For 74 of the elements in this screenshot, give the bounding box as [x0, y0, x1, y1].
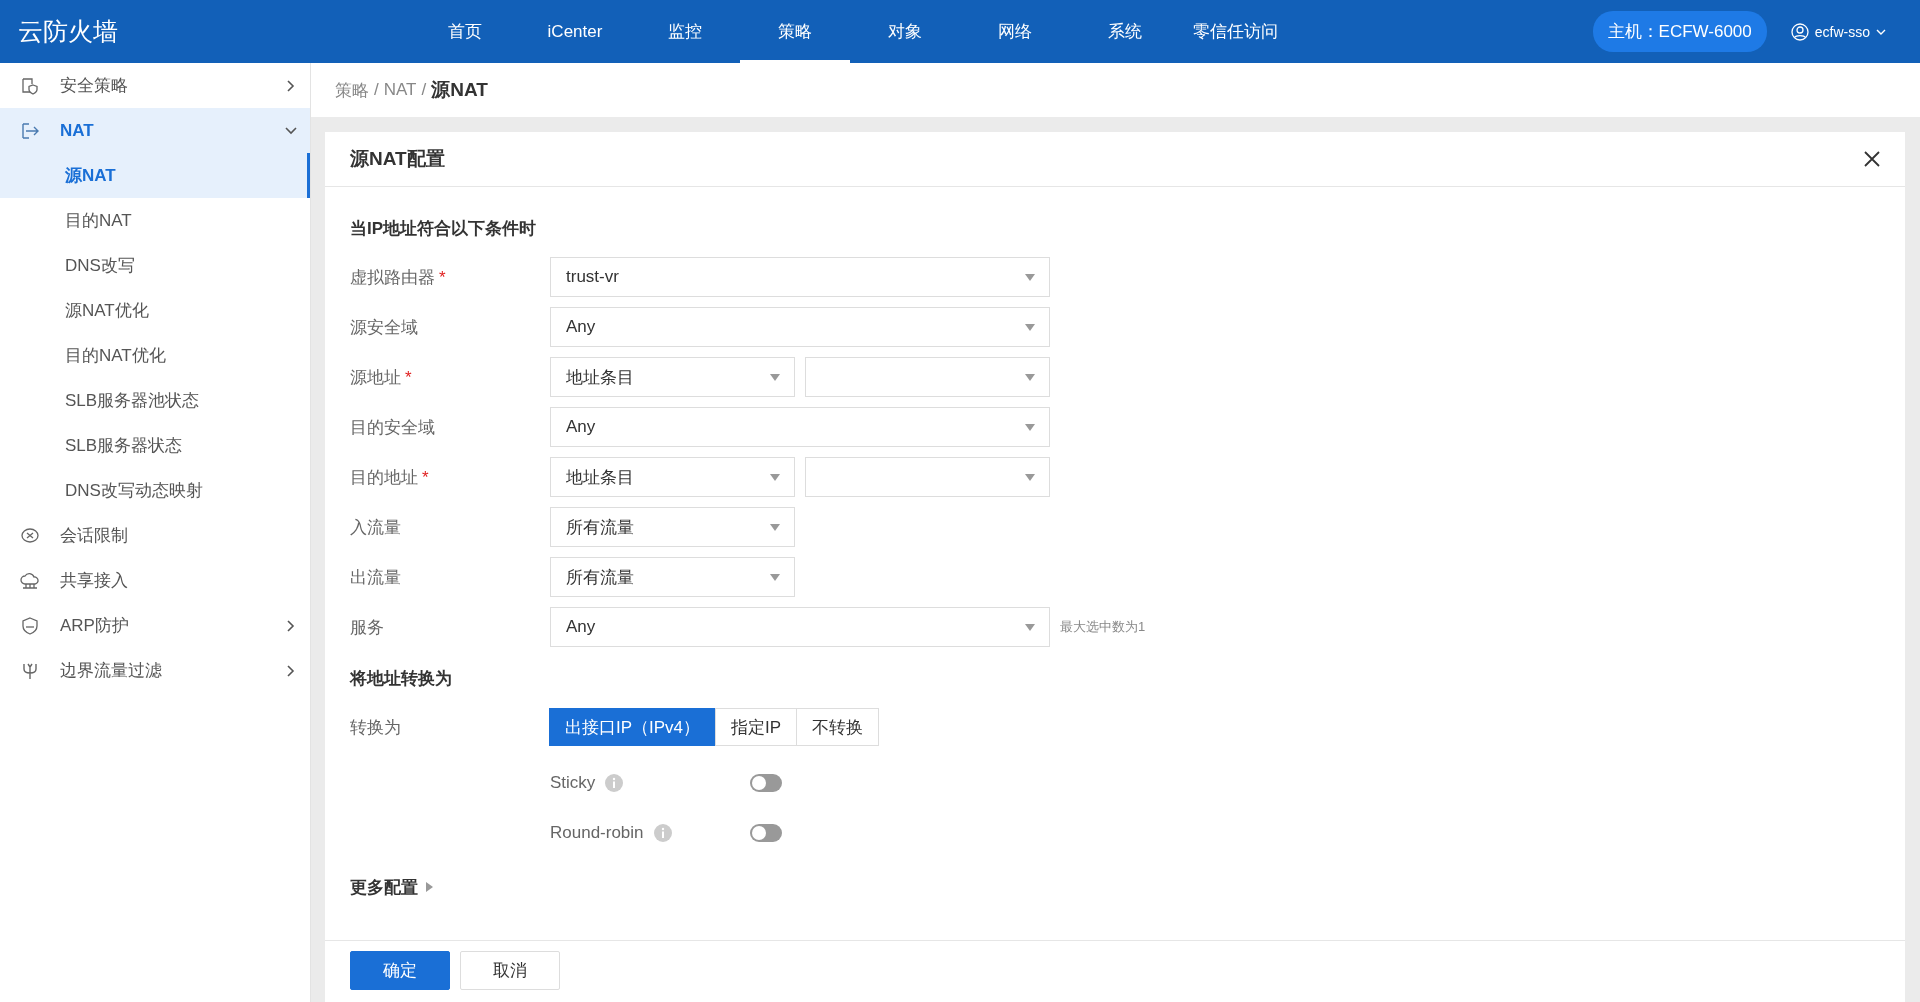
shield-icon — [20, 615, 40, 636]
sidebar-item[interactable]: NAT — [0, 108, 310, 153]
arrow-right-bracket-icon — [20, 120, 40, 141]
caret-down-icon — [1025, 373, 1035, 381]
select-field[interactable]: 所有流量 — [550, 507, 795, 547]
toggle-switch[interactable] — [750, 824, 782, 842]
breadcrumb-separator: / — [374, 80, 379, 100]
toggle-label: Sticky — [550, 773, 596, 793]
select-field[interactable]: Any — [550, 407, 1050, 447]
select-field[interactable]: Any — [550, 607, 1050, 647]
host-badge: 主机：ECFW-6000 — [1592, 11, 1767, 52]
required-mark: * — [422, 467, 429, 487]
section-heading: 当IP地址符合以下条件时 — [350, 217, 538, 240]
section-heading: 将地址转换为 — [350, 667, 453, 690]
field-label: 服务 — [350, 617, 384, 637]
segment-option[interactable]: 指定IP — [715, 708, 798, 746]
field-label: 目的地址 — [350, 467, 418, 487]
app-logo: 云防火墙 — [17, 16, 119, 47]
toggle-switch[interactable] — [750, 774, 782, 792]
caret-down-icon — [770, 473, 780, 481]
caret-down-icon — [770, 573, 780, 581]
select-field[interactable]: trust-vr — [550, 257, 1050, 297]
caret-down-icon — [770, 523, 780, 531]
nav-tab[interactable]: iCenter — [520, 0, 630, 63]
field-label: 转换为 — [350, 716, 402, 739]
select-field[interactable]: 地址条目 — [550, 457, 795, 497]
chevron-down-icon — [1876, 27, 1886, 36]
field-label: 入流量 — [350, 517, 401, 537]
caret-down-icon — [1025, 323, 1035, 331]
nav-tab[interactable]: 对象 — [850, 0, 960, 63]
field-label: 源安全域 — [350, 317, 418, 337]
cloud-icon — [20, 570, 40, 591]
toggle-label: Round-robin — [550, 823, 644, 843]
caret-down-icon — [1025, 273, 1035, 281]
caret-right-icon — [426, 882, 433, 892]
nav-tab[interactable]: 首页 — [410, 0, 520, 63]
select-field[interactable]: Any — [550, 307, 1050, 347]
caret-down-icon — [1025, 473, 1035, 481]
user-icon — [1790, 22, 1809, 41]
breadcrumb-link[interactable]: NAT — [383, 80, 417, 100]
caret-down-icon — [1025, 623, 1035, 631]
segment-option[interactable]: 出接口IP（IPv4） — [549, 708, 717, 746]
select-field[interactable] — [805, 357, 1050, 397]
select-field[interactable]: 地址条目 — [550, 357, 795, 397]
user-menu[interactable]: ecfw-sso — [1790, 22, 1886, 41]
field-hint: 最大选中数为1 — [1060, 618, 1146, 636]
more-settings-link[interactable]: 更多配置 — [350, 875, 418, 899]
info-icon — [653, 824, 672, 842]
caret-down-icon — [770, 373, 780, 381]
nav-tab[interactable]: 零信任访问 — [1180, 0, 1290, 63]
speech-bubble-x-icon — [20, 525, 40, 546]
select-field[interactable] — [805, 457, 1050, 497]
caret-down-icon — [1025, 423, 1035, 431]
breadcrumb-separator: / — [421, 80, 427, 100]
select-field[interactable]: 所有流量 — [550, 557, 795, 597]
confirm-button[interactable]: 确定 — [350, 951, 450, 990]
nav-tab[interactable]: 监控 — [630, 0, 740, 63]
segment-option[interactable]: 不转换 — [796, 708, 880, 746]
breadcrumb-current: 源NAT — [431, 78, 488, 102]
nav-tab[interactable]: 网络 — [960, 0, 1070, 63]
field-label: 目的安全域 — [350, 417, 435, 437]
dialog-title: 源NAT配置 — [350, 147, 445, 171]
field-label: 源地址 — [350, 367, 401, 387]
shield-document-icon — [20, 75, 40, 96]
breadcrumb-link[interactable]: 策略 — [335, 78, 369, 102]
info-icon — [605, 774, 624, 792]
close-icon[interactable] — [1864, 151, 1880, 167]
field-label: 出流量 — [350, 567, 401, 587]
nav-tab[interactable]: 系统 — [1070, 0, 1180, 63]
required-mark: * — [439, 267, 446, 287]
field-label: 虚拟路由器 — [350, 267, 435, 287]
cancel-button[interactable]: 取消 — [460, 951, 560, 990]
sidebar-subitem[interactable]: 源NAT — [0, 153, 310, 198]
required-mark: * — [405, 367, 412, 387]
